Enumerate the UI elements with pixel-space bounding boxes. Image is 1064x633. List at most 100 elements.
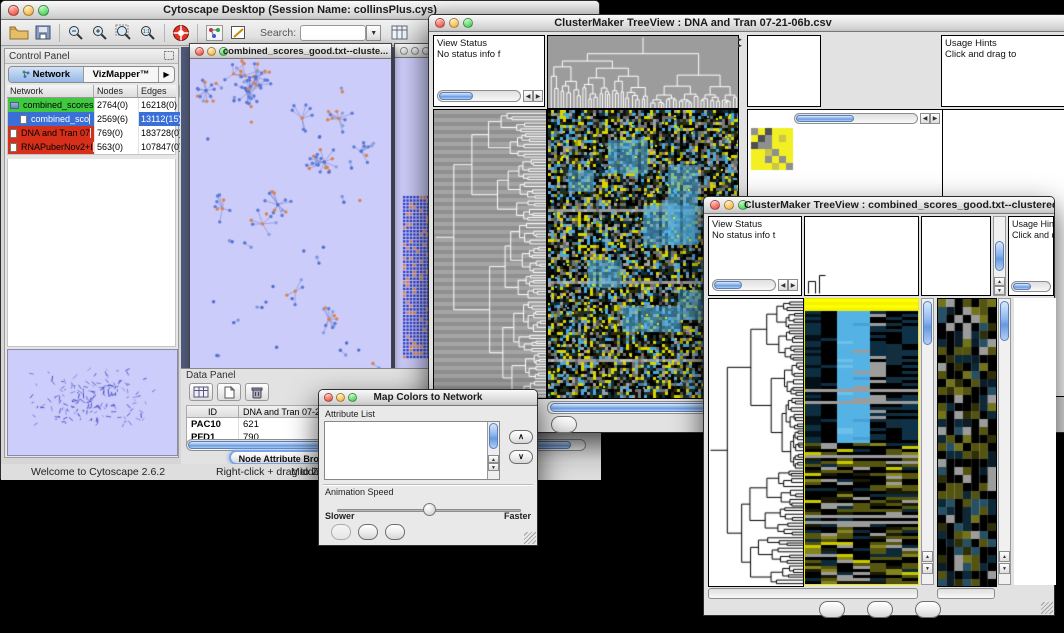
tv2-heatmap-vscrollbar[interactable]: ▲ ▼ — [921, 298, 934, 585]
tv2-usage-hints-text: Click and drag — [1009, 230, 1053, 241]
tv2-zoom-heatmap[interactable] — [937, 298, 997, 587]
move-down-button[interactable]: ∨ — [509, 450, 533, 464]
tv1-title: ClusterMaker TreeView : DNA and Tran 07-… — [429, 15, 957, 31]
scroll-left-icon[interactable]: ◀ — [920, 113, 930, 124]
tv2-hscrollbar-right[interactable] — [937, 588, 995, 599]
scroll-up-icon[interactable]: ▲ — [999, 551, 1010, 562]
scroll-down-icon[interactable]: ▼ — [488, 463, 499, 471]
tv2-zoom-vscrollbar[interactable]: ▲ ▼ — [998, 298, 1011, 585]
zoom-actual-icon[interactable]: 1:1 — [136, 23, 160, 43]
dialog-titlebar[interactable]: Map Colors to Network — [319, 390, 537, 406]
tv2-title: ClusterMaker TreeView : combined_scores_… — [704, 197, 1054, 213]
scroll-up-icon[interactable]: ▲ — [922, 551, 933, 562]
scroll-down-icon[interactable]: ▼ — [999, 563, 1010, 574]
delete-attribute-trash-icon[interactable] — [245, 383, 269, 401]
attribute-select-icon[interactable] — [189, 383, 213, 401]
float-panel-icon[interactable] — [164, 47, 174, 65]
column-header-id[interactable]: ID — [187, 406, 239, 418]
scroll-up-icon[interactable]: ▲ — [994, 277, 1005, 286]
resize-grip[interactable] — [1041, 602, 1053, 614]
tv1-row-dendrogram[interactable] — [433, 109, 547, 399]
dialog-button[interactable] — [331, 524, 351, 540]
tab-network[interactable]: Network — [9, 67, 83, 82]
attribute-listbox: ▲ ▼ — [324, 421, 500, 480]
tab-overflow-button[interactable]: ▶ — [158, 67, 174, 82]
help-lifesaver-icon[interactable] — [169, 23, 193, 43]
treeview-button[interactable] — [551, 416, 577, 433]
scroll-right-icon[interactable]: ▶ — [930, 113, 940, 124]
tab-vizmapper[interactable]: VizMapper™ — [83, 67, 158, 82]
scroll-left-icon[interactable]: ◀ — [523, 90, 533, 102]
network-canvas-1[interactable] — [190, 59, 391, 372]
tv1-similarity-matrix[interactable] — [750, 127, 794, 171]
tv2-labels-vscrollbar[interactable]: ▲ ▼ — [993, 216, 1006, 296]
slider-max-label: Faster — [504, 511, 531, 521]
dialog-button[interactable] — [385, 524, 405, 540]
zoom-out-icon[interactable] — [64, 23, 88, 43]
close-icon[interactable] — [400, 47, 408, 55]
tv2-usage-hints-panel: Usage Hints Click and drag — [1008, 216, 1054, 296]
tv1-expand-arrows[interactable]: ▶▶ — [738, 37, 746, 49]
tv2-button-bar — [704, 601, 1056, 619]
search-input[interactable] — [300, 25, 366, 41]
search-label: Search: — [260, 27, 296, 39]
search-dropdown-button[interactable]: ▼ — [366, 25, 381, 41]
slider-min-label: Slower — [325, 511, 355, 521]
network-overlay-icon[interactable] — [202, 23, 226, 43]
scroll-down-icon[interactable]: ▼ — [994, 286, 1005, 295]
scroll-down-icon[interactable]: ▼ — [922, 563, 933, 574]
scroll-left-icon[interactable]: ◀ — [778, 279, 788, 291]
treeview-button[interactable] — [819, 601, 845, 618]
new-attribute-icon[interactable] — [217, 383, 241, 401]
move-up-button[interactable]: ∧ — [509, 430, 533, 444]
tv2-row-dendrogram[interactable] — [708, 298, 804, 587]
tv1-overview-scrollbar[interactable] — [794, 113, 918, 124]
dialog-button[interactable] — [358, 524, 378, 540]
network-icon — [20, 115, 27, 124]
toolbar-separator — [197, 24, 198, 42]
network-table-header[interactable]: Network Nodes Edges — [7, 85, 176, 98]
open-icon[interactable] — [7, 23, 31, 43]
tv1-status-scrollbar[interactable] — [437, 90, 521, 102]
animation-speed-slider[interactable] — [337, 502, 521, 518]
slider-thumb[interactable] — [423, 503, 436, 516]
network-icon — [10, 102, 19, 109]
network-icon — [10, 129, 17, 138]
tv1-view-status-text: No status info f — [434, 49, 544, 60]
annotation-icon[interactable] — [226, 23, 250, 43]
scroll-right-icon[interactable]: ▶ — [533, 90, 543, 102]
tv2-hscrollbar-left[interactable] — [708, 588, 918, 599]
network-table-row[interactable]: combined_scores 2764(0) 16218(0) — [8, 98, 175, 112]
control-panel-title: Control Panel — [9, 51, 70, 62]
attribute-list-vscrollbar[interactable]: ▲ ▼ — [487, 422, 499, 479]
tv1-titlebar[interactable]: ClusterMaker TreeView : DNA and Tran 07-… — [429, 15, 1064, 32]
tv2-hints-scrollbar[interactable] — [1011, 281, 1051, 292]
status-welcome: Welcome to Cytoscape 2.6.2 — [31, 466, 165, 478]
network-table-row[interactable]: RNAPuberNov2+I 563(0) 107847(0) — [8, 140, 175, 154]
tv2-titlebar[interactable]: ClusterMaker TreeView : combined_scores_… — [704, 197, 1054, 214]
tv1-usage-hints-title: Usage Hints — [942, 36, 1064, 49]
network-window-title: combined_scores_good.txt--cluste... — [190, 44, 391, 58]
network-view-window-1: combined_scores_good.txt--cluste... — [189, 43, 392, 373]
resize-grip[interactable] — [524, 532, 536, 544]
treeview-button[interactable] — [915, 601, 941, 618]
tv1-column-labels-panel — [747, 35, 821, 107]
tv2-status-scrollbar[interactable] — [712, 279, 776, 291]
zoom-in-icon[interactable] — [88, 23, 112, 43]
network-table-row[interactable]: combined_sco 2569(6) 13112(15) — [8, 112, 175, 126]
attribute-grid-icon[interactable] — [387, 23, 411, 43]
scroll-up-icon[interactable]: ▲ — [488, 455, 499, 463]
treeview-button[interactable] — [867, 601, 893, 618]
zoom-fit-icon[interactable] — [112, 23, 136, 43]
scroll-right-icon[interactable]: ▶ — [788, 279, 798, 291]
minimize-icon[interactable] — [411, 47, 419, 55]
dialog-button-bar — [331, 524, 531, 541]
tv2-column-dendrogram[interactable] — [804, 216, 919, 296]
attribute-list — [325, 422, 499, 423]
network-table-row[interactable]: DNA and Tran 07 769(0) 183728(0) — [8, 126, 175, 140]
tv1-column-dendrogram[interactable] — [547, 35, 739, 109]
control-panel-tabs: Network VizMapper™ ▶ — [8, 66, 175, 83]
save-icon[interactable] — [31, 23, 55, 43]
tv2-heatmap[interactable] — [804, 298, 919, 585]
network-overview-minimap[interactable] — [7, 349, 178, 456]
